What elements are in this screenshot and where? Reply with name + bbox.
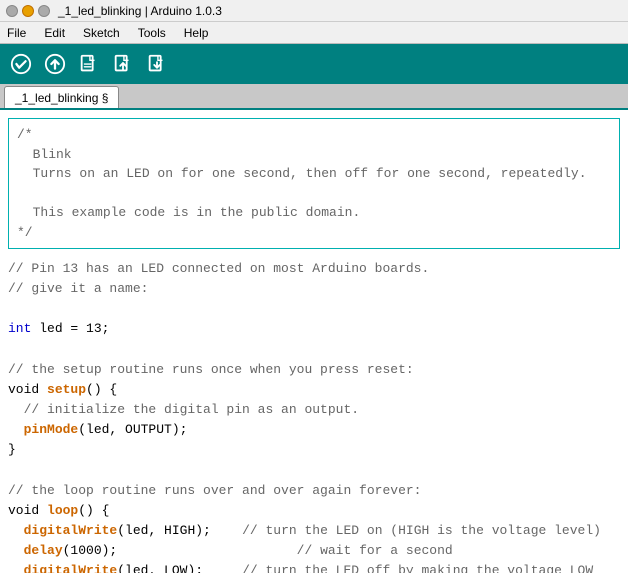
window-title: _1_led_blinking | Arduino 1.0.3 bbox=[58, 4, 222, 18]
maximize-circle[interactable] bbox=[38, 5, 50, 17]
menu-sketch[interactable]: Sketch bbox=[80, 25, 123, 41]
comment-line: /* Blink Turns on an LED on for one seco… bbox=[17, 127, 587, 240]
tab-sketch[interactable]: _1_led_blinking § bbox=[4, 86, 119, 108]
save-button[interactable] bbox=[142, 49, 172, 79]
upload-button[interactable] bbox=[40, 49, 70, 79]
tab-label: _1_led_blinking § bbox=[15, 91, 108, 105]
new-button[interactable] bbox=[74, 49, 104, 79]
menu-file[interactable]: File bbox=[4, 25, 29, 41]
code-lines: // Pin 13 has an LED connected on most A… bbox=[8, 259, 620, 573]
code-area[interactable]: /* Blink Turns on an LED on for one seco… bbox=[0, 110, 628, 573]
comment-text: /* Blink Turns on an LED on for one seco… bbox=[17, 125, 611, 242]
title-bar: _1_led_blinking | Arduino 1.0.3 bbox=[0, 0, 628, 22]
open-button[interactable] bbox=[108, 49, 138, 79]
title-icons bbox=[6, 5, 50, 17]
toolbar bbox=[0, 44, 628, 84]
menu-edit[interactable]: Edit bbox=[41, 25, 68, 41]
minimize-circle[interactable] bbox=[22, 5, 34, 17]
menu-bar: File Edit Sketch Tools Help bbox=[0, 22, 628, 44]
comment-block: /* Blink Turns on an LED on for one seco… bbox=[8, 118, 620, 249]
menu-help[interactable]: Help bbox=[181, 25, 212, 41]
menu-tools[interactable]: Tools bbox=[135, 25, 169, 41]
tab-bar: _1_led_blinking § bbox=[0, 84, 628, 110]
code-body: // Pin 13 has an LED connected on most A… bbox=[0, 257, 628, 573]
close-circle[interactable] bbox=[6, 5, 18, 17]
verify-button[interactable] bbox=[6, 49, 36, 79]
